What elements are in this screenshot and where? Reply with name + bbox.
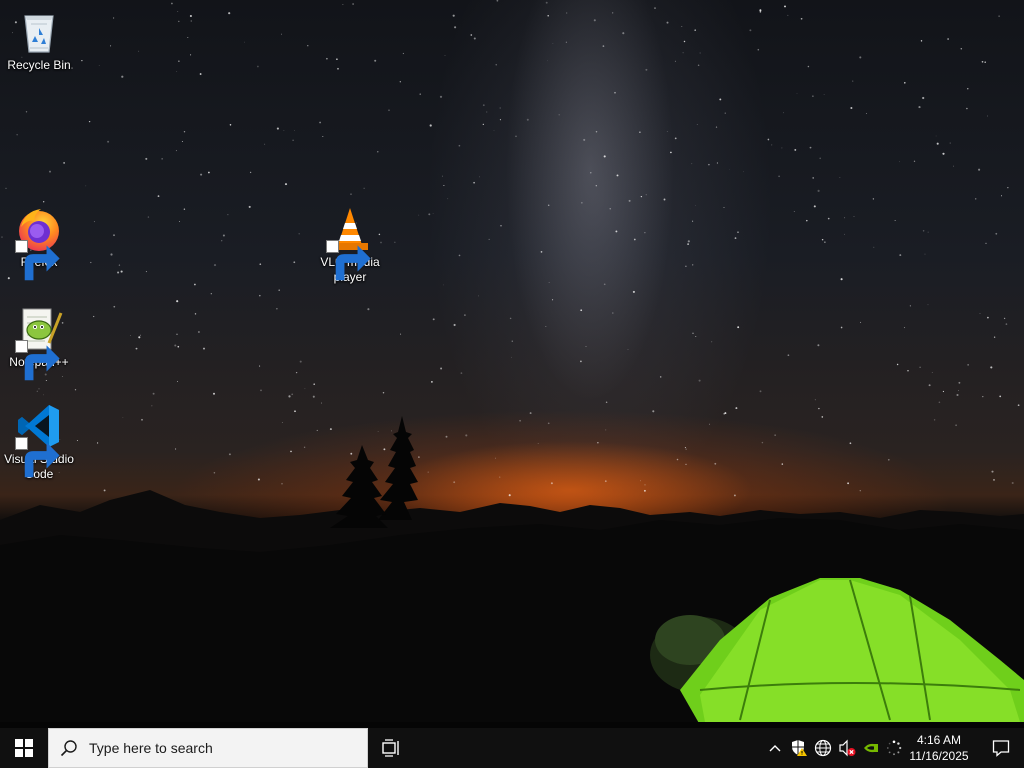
shortcut-arrow-icon [15,240,60,281]
search-input[interactable] [89,740,349,756]
nvidia-tray-button[interactable] [860,728,882,768]
network-icon [814,739,832,757]
clock-date: 11/16/2025 [909,749,969,763]
desktop[interactable]: Recycle Bin Firefox [0,0,1024,728]
vscode-desktop-icon[interactable]: Visual Studio Code [1,402,77,482]
windows-logo-icon [15,739,33,757]
taskbar: 4:16 AM 11/16/2025 [0,728,1024,768]
shortcut-arrow-icon [326,240,371,281]
task-view-button[interactable] [370,728,414,768]
nvidia-icon [864,743,878,753]
network-tray-button[interactable] [812,728,834,768]
firefox-desktop-icon[interactable]: Firefox [1,205,77,281]
clock-time: 4:16 AM [916,733,962,747]
security-tray-button[interactable] [788,728,810,768]
shortcut-arrow-icon [15,437,60,478]
task-view-icon [382,739,399,757]
wallpaper-landscape [0,416,1024,728]
search-icon [49,739,89,757]
action-center-icon [992,740,1010,757]
recycle-bin-icon [15,8,63,56]
loading-icon [886,740,902,756]
action-center-button[interactable] [978,728,1024,768]
recycle-bin-desktop-icon[interactable]: Recycle Bin [1,8,77,73]
start-button[interactable] [0,728,48,768]
security-warning-icon [792,740,807,756]
vscode-icon [15,402,63,478]
shortcut-arrow-icon [15,340,60,381]
vlc-desktop-icon[interactable]: VLC media player [312,205,388,285]
taskbar-search-box[interactable] [48,728,368,768]
recycle-bin-label: Recycle Bin [7,58,71,72]
chevron-up-icon [769,745,781,752]
volume-tray-button[interactable] [836,728,858,768]
vlc-icon [326,205,374,281]
show-hidden-icons-button[interactable] [764,728,786,768]
notepadpp-desktop-icon[interactable]: Notepad++ [1,305,77,381]
notepadpp-icon [15,305,63,381]
volume-muted-icon [839,739,856,757]
firefox-icon [15,205,63,281]
taskbar-clock[interactable]: 4:16 AM 11/16/2025 [902,728,976,768]
